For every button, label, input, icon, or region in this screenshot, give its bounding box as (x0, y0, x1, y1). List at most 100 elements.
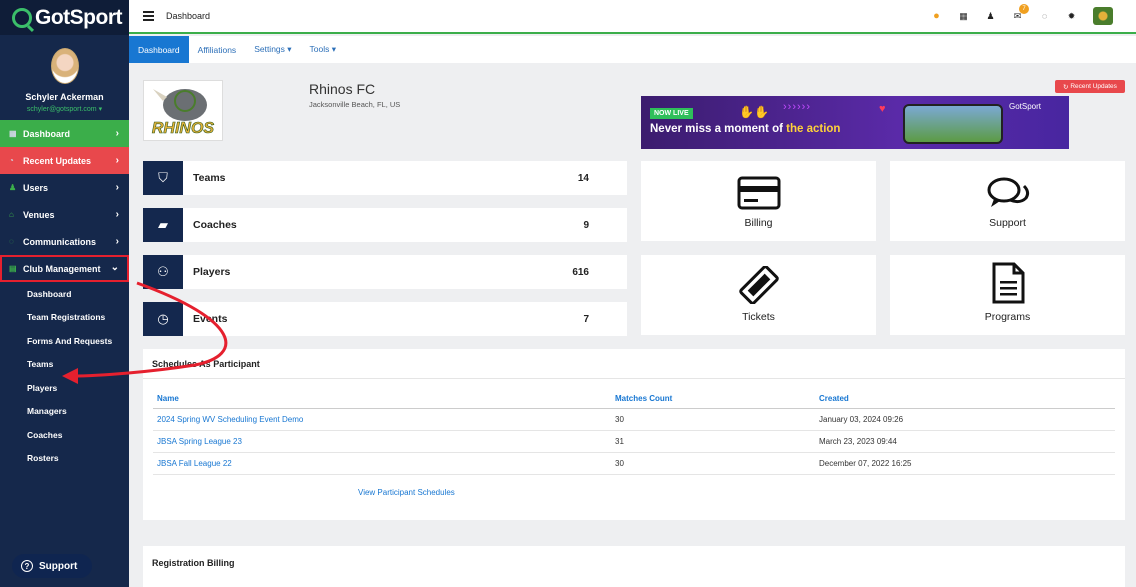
stat-label: Players (193, 266, 231, 278)
tab-tools[interactable]: Tools ▾ (301, 36, 345, 63)
banner-brand: GotSport (1009, 102, 1042, 111)
club-logo: RHINOS (143, 80, 223, 141)
schedule-name-link[interactable]: JBSA Spring League 23 (153, 430, 611, 453)
tab-affiliations[interactable]: Affiliations (189, 36, 246, 63)
shield-icon: ⛉ (143, 161, 183, 195)
recent-updates-button[interactable]: ↻ Recent Updates (1055, 80, 1125, 93)
menu-icon[interactable] (143, 9, 154, 23)
subitem-coaches[interactable]: Coaches (0, 423, 129, 447)
subitem-team-registrations[interactable]: Team Registrations (0, 306, 129, 330)
column-header-name[interactable]: Name (153, 390, 611, 409)
panel-title: Schedules As Participant (152, 359, 260, 369)
stat-label: Events (193, 313, 228, 325)
tab-dashboard[interactable]: Dashboard (129, 36, 189, 63)
panel-title: Registration Billing (152, 558, 235, 568)
tile-billing[interactable]: Billing (641, 161, 876, 241)
club-avatar[interactable] (1093, 7, 1113, 25)
rhino-logo-icon: RHINOS (152, 88, 215, 137)
stat-events[interactable]: ◷ Events 7 (143, 302, 627, 336)
schedule-name-link[interactable]: 2024 Spring WV Scheduling Event Demo (153, 408, 611, 431)
sidebar-item-label: Communications (23, 236, 97, 247)
tile-programs[interactable]: Programs (890, 255, 1125, 335)
people-icon: ⚇ (143, 255, 183, 289)
banner-headline: Never miss a moment of the action (650, 123, 840, 135)
promo-banner[interactable]: NOW LIVE ✋✋ ›››››› ♥ GotSport Never miss… (641, 96, 1069, 149)
sub-nav: Dashboard Affiliations Settings ▾ Tools … (129, 36, 1136, 63)
stat-coaches[interactable]: ▰ Coaches 9 (143, 208, 627, 242)
document-icon (992, 262, 1024, 304)
avatar[interactable] (50, 48, 79, 84)
column-header-created[interactable]: Created (815, 390, 1115, 409)
banner-text-main: Never miss a moment of (650, 123, 787, 135)
chat-icon[interactable]: ◌ (1031, 11, 1058, 21)
banner-text-highlight: the action (786, 123, 841, 135)
tile-label: Support (989, 217, 1026, 229)
profile-email-dropdown[interactable]: schyler@gotsport.com ▾ (27, 105, 102, 113)
heart-icon: ♥ (879, 103, 886, 115)
sidebar-item-venues[interactable]: ⌂ Venues › (0, 201, 129, 228)
chevron-right-icon: › (115, 155, 119, 166)
chevron-right-icon: › (115, 236, 119, 247)
stat-players[interactable]: ⚇ Players 616 (143, 255, 627, 289)
sidebar-item-communications[interactable]: ◌ Communications › (0, 228, 129, 255)
gotsport-logo-icon (12, 7, 32, 28)
tile-support[interactable]: Support (890, 161, 1125, 241)
sidebar-item-users[interactable]: ♟ Users › (0, 174, 129, 201)
support-button[interactable]: ? Support (12, 554, 92, 578)
stat-value: 14 (577, 172, 589, 184)
stat-value: 616 (572, 266, 589, 278)
chevron-right-icon: › (115, 128, 119, 139)
created-date: March 23, 2023 09:44 (815, 430, 1115, 453)
sidebar-item-label: Venues (23, 209, 55, 220)
now-live-badge: NOW LIVE (650, 108, 693, 119)
tab-settings[interactable]: Settings ▾ (245, 36, 300, 63)
user-icon[interactable]: ♟ (977, 11, 1004, 22)
clock-icon: ◷ (143, 302, 183, 336)
subitem-teams[interactable]: Teams (0, 353, 129, 377)
created-date: December 07, 2022 16:25 (815, 452, 1115, 475)
users-icon: ♟ (9, 183, 17, 192)
chevron-right-icon: › (115, 182, 119, 193)
club-icon: ▤ (9, 264, 17, 273)
grid-icon[interactable]: ▦ (950, 11, 977, 22)
sidebar-item-club-management[interactable]: ▤ Club Management ⌄ (0, 255, 129, 282)
brand-name: GotSport (35, 5, 122, 29)
arrows-decoration-icon: ›››››› (783, 101, 811, 113)
brand-logo[interactable]: GotSport (0, 0, 129, 35)
sidebar-item-label: Club Management (23, 263, 101, 274)
tile-tickets[interactable]: Tickets (641, 255, 876, 335)
mail-icon[interactable]: ✉ 7 (1004, 3, 1031, 22)
club-logo-text: RHINOS (152, 120, 215, 137)
table-row: 2024 Spring WV Scheduling Event Demo 30 … (153, 408, 1115, 431)
sidebar-item-dashboard[interactable]: ▦ Dashboard › (0, 120, 129, 147)
subitem-players[interactable]: Players (0, 376, 129, 400)
tile-label: Billing (744, 217, 773, 229)
matches-count: 31 (611, 430, 815, 453)
help-icon[interactable]: ● (923, 10, 950, 22)
sidebar-item-label: Recent Updates (23, 155, 92, 166)
gear-icon[interactable]: ✹ (1058, 11, 1085, 22)
sidebar: GotSport Schyler Ackerman schyler@gotspo… (0, 0, 129, 587)
subitem-forms-and-requests[interactable]: Forms And Requests (0, 329, 129, 353)
ticket-icon (738, 266, 779, 304)
book-icon: ▰ (143, 208, 183, 242)
column-header-matches[interactable]: Matches Count (611, 390, 815, 409)
schedules-panel: Schedules As Participant Name Matches Co… (143, 349, 1125, 520)
stat-value: 7 (583, 313, 589, 325)
created-date: January 03, 2024 09:26 (815, 408, 1115, 431)
profile-name: Schyler Ackerman (25, 92, 104, 102)
matches-count: 30 (611, 408, 815, 431)
chevron-down-icon: ⌄ (110, 262, 119, 273)
matches-count: 30 (611, 452, 815, 475)
sidebar-item-recent-updates[interactable]: ◔ Recent Updates › (0, 147, 129, 174)
subitem-managers[interactable]: Managers (0, 400, 129, 424)
page-title: Dashboard (166, 11, 211, 21)
tile-label: Tickets (742, 311, 775, 323)
schedule-name-link[interactable]: JBSA Fall League 22 (153, 452, 611, 475)
subitem-dashboard[interactable]: Dashboard (0, 282, 129, 306)
stat-teams[interactable]: ⛉ Teams 14 (143, 161, 627, 195)
view-participant-schedules-link[interactable]: View Participant Schedules (358, 488, 455, 497)
schedules-table: Name Matches Count Created 2024 Spring W… (153, 390, 1115, 475)
subitem-rosters[interactable]: Rosters (0, 447, 129, 471)
dashboard-icon: ▦ (9, 129, 17, 138)
